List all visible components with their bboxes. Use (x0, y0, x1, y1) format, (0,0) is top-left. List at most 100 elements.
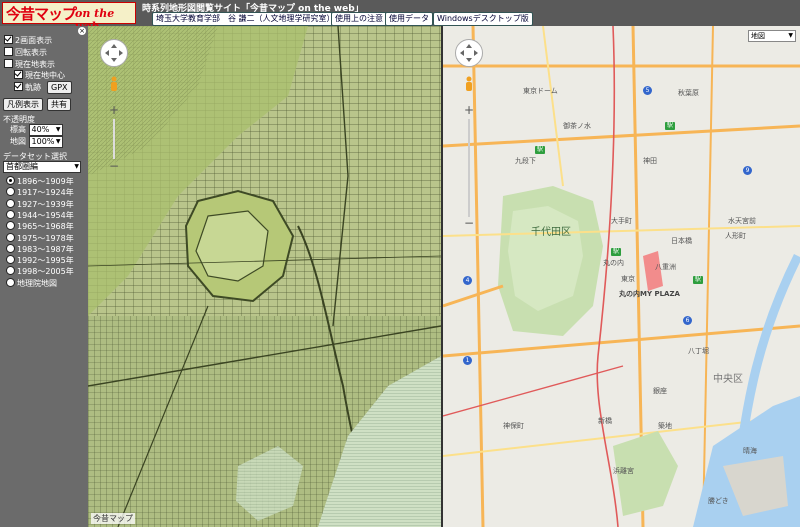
current-location-checkbox[interactable] (4, 59, 13, 68)
dataset-select[interactable]: 首都圏編 ▼ (3, 161, 81, 173)
period-option[interactable]: 1927〜1939年 (6, 198, 74, 210)
zoom-in-button[interactable]: + (108, 104, 120, 116)
route-marker-icon: 4 (463, 276, 472, 285)
period-label: 1944〜1954年 (17, 210, 74, 220)
station-badge: 駅 (693, 276, 704, 284)
map-opacity-select[interactable]: 100% ▼ (28, 136, 63, 148)
map-type-select[interactable]: 地図 ▼ (748, 30, 796, 42)
elevation-label: 標高 (10, 125, 26, 134)
street-view-pegman-icon[interactable] (109, 76, 119, 92)
period-option[interactable]: 1917〜1924年 (6, 187, 74, 198)
map-label-tsukiji: 築地 (658, 422, 672, 430)
map-label-suitengumae: 水天宮前 (728, 217, 756, 225)
data-used-button[interactable]: 使用データ (385, 12, 433, 26)
period-option[interactable]: 地理院地図 (6, 277, 57, 289)
modern-map-pane[interactable]: 地図 ▼ + − 千代田区 中央区 東京 八重洲 丸の内 日本橋 銀座 秋葉原 九… (443, 26, 800, 527)
period-option[interactable]: 1975〜1978年 (6, 232, 74, 244)
map-label-shimbashi: 新橋 (598, 417, 612, 425)
map-label-kanda: 神田 (643, 157, 657, 165)
two-screen-toggle[interactable]: 2画面表示 (4, 35, 52, 46)
map-label-marunouchi-plaza: 丸の内MY PLAZA (619, 290, 680, 298)
map-label-ginza: 銀座 (653, 387, 667, 395)
station-badge: 駅 (535, 146, 546, 154)
zoom-out-button[interactable]: − (463, 217, 475, 229)
period-radio[interactable] (6, 243, 15, 253)
period-label: 1917〜1924年 (17, 188, 74, 198)
period-option[interactable]: 1983〜1987年 (6, 243, 74, 255)
period-option[interactable]: 1998〜2005年 (6, 266, 74, 277)
site-logo[interactable]: 今昔マップ on the web (2, 2, 136, 33)
two-screen-label: 2画面表示 (15, 36, 53, 45)
pan-control[interactable] (455, 39, 483, 67)
map-label-kudanshita: 九段下 (515, 157, 536, 165)
pan-arrows-icon (460, 44, 478, 62)
zoom-in-button[interactable]: + (463, 104, 475, 116)
period-radio[interactable] (6, 209, 15, 219)
period-radio[interactable] (6, 277, 15, 287)
desktop-version-button[interactable]: Windowsデスクトップ版 (433, 12, 533, 26)
zoom-out-button[interactable]: − (108, 160, 120, 172)
period-label: 1927〜1939年 (17, 199, 74, 209)
map-opacity-value: 100% (31, 137, 55, 146)
map-label-kachidoki: 勝どき (708, 497, 729, 505)
current-location-toggle[interactable]: 現在地表示 (4, 59, 55, 70)
center-current-checkbox[interactable] (14, 70, 23, 79)
center-current-label: 現在地中心 (25, 71, 65, 80)
route-marker-icon: 1 (463, 356, 472, 365)
route-marker-icon: 9 (743, 166, 752, 175)
rotate-label: 回転表示 (15, 48, 47, 57)
close-icon[interactable]: × (78, 27, 86, 35)
center-current-toggle[interactable]: 現在地中心 (14, 70, 65, 81)
street-view-pegman-icon[interactable] (464, 76, 474, 92)
period-option[interactable]: 1944〜1954年 (6, 209, 74, 221)
rotate-checkbox[interactable] (4, 47, 13, 56)
chevron-down-icon: ▼ (74, 163, 79, 170)
map-label-harumi: 晴海 (743, 447, 757, 455)
period-radio[interactable] (6, 176, 15, 185)
period-radio[interactable] (6, 221, 15, 231)
period-label: 1998〜2005年 (17, 267, 74, 277)
map-label-chuo: 中央区 (713, 374, 743, 385)
period-label: 1975〜1978年 (17, 233, 74, 243)
map-label-jimbocho: 神保町 (503, 422, 524, 430)
period-radio[interactable] (6, 232, 15, 242)
share-button[interactable]: 共有 (47, 98, 71, 111)
legend-button[interactable]: 凡例表示 (3, 98, 43, 111)
two-screen-checkbox[interactable] (4, 35, 13, 44)
chevron-down-icon: ▼ (55, 138, 61, 145)
historic-map-canvas[interactable] (88, 26, 441, 527)
rotate-toggle[interactable]: 回転表示 (4, 47, 47, 58)
track-toggle[interactable]: 軌跡 (14, 82, 41, 93)
map-opacity-label: 地図 (10, 137, 26, 146)
elevation-opacity-select[interactable]: 40% ▼ (28, 124, 63, 136)
period-label: 1965〜1968年 (17, 222, 74, 232)
period-option[interactable]: 1965〜1968年 (6, 221, 74, 232)
period-radio[interactable] (6, 255, 15, 265)
usage-notes-button[interactable]: 使用上の注意 (331, 12, 387, 26)
current-location-label: 現在地表示 (15, 60, 55, 69)
period-option[interactable]: 1896〜1909年 (6, 176, 74, 187)
map-label-otemachi: 大手町 (611, 217, 632, 225)
period-label: 1896〜1909年 (17, 177, 74, 186)
map-label-yaesu: 八重洲 (655, 263, 676, 271)
historic-map-pane[interactable]: + − 今昔マップ (88, 26, 441, 527)
chevron-down-icon: ▼ (788, 32, 793, 39)
dataset-value: 首都圏編 (6, 162, 38, 171)
zoom-slider-track[interactable] (468, 119, 470, 217)
period-radio[interactable] (6, 266, 15, 276)
route-marker-icon: 6 (683, 316, 692, 325)
map-label-hamarikyu: 浜離宮 (613, 467, 634, 475)
station-badge: 駅 (611, 248, 622, 256)
period-radio[interactable] (6, 198, 15, 208)
period-radio[interactable] (6, 187, 15, 197)
map-label-marunouchi: 丸の内 (603, 259, 624, 267)
map-label-ochanomizu: 御茶ノ水 (563, 122, 591, 130)
map-label-akihabara: 秋葉原 (678, 89, 699, 97)
map-label-tokyo: 東京 (621, 275, 635, 283)
track-checkbox[interactable] (14, 82, 23, 91)
period-option[interactable]: 1992〜1995年 (6, 255, 74, 266)
gpx-button[interactable]: GPX (47, 81, 72, 94)
pan-control[interactable] (100, 39, 128, 67)
zoom-slider-track[interactable] (113, 119, 115, 159)
map-label-chiyoda: 千代田区 (531, 227, 571, 238)
